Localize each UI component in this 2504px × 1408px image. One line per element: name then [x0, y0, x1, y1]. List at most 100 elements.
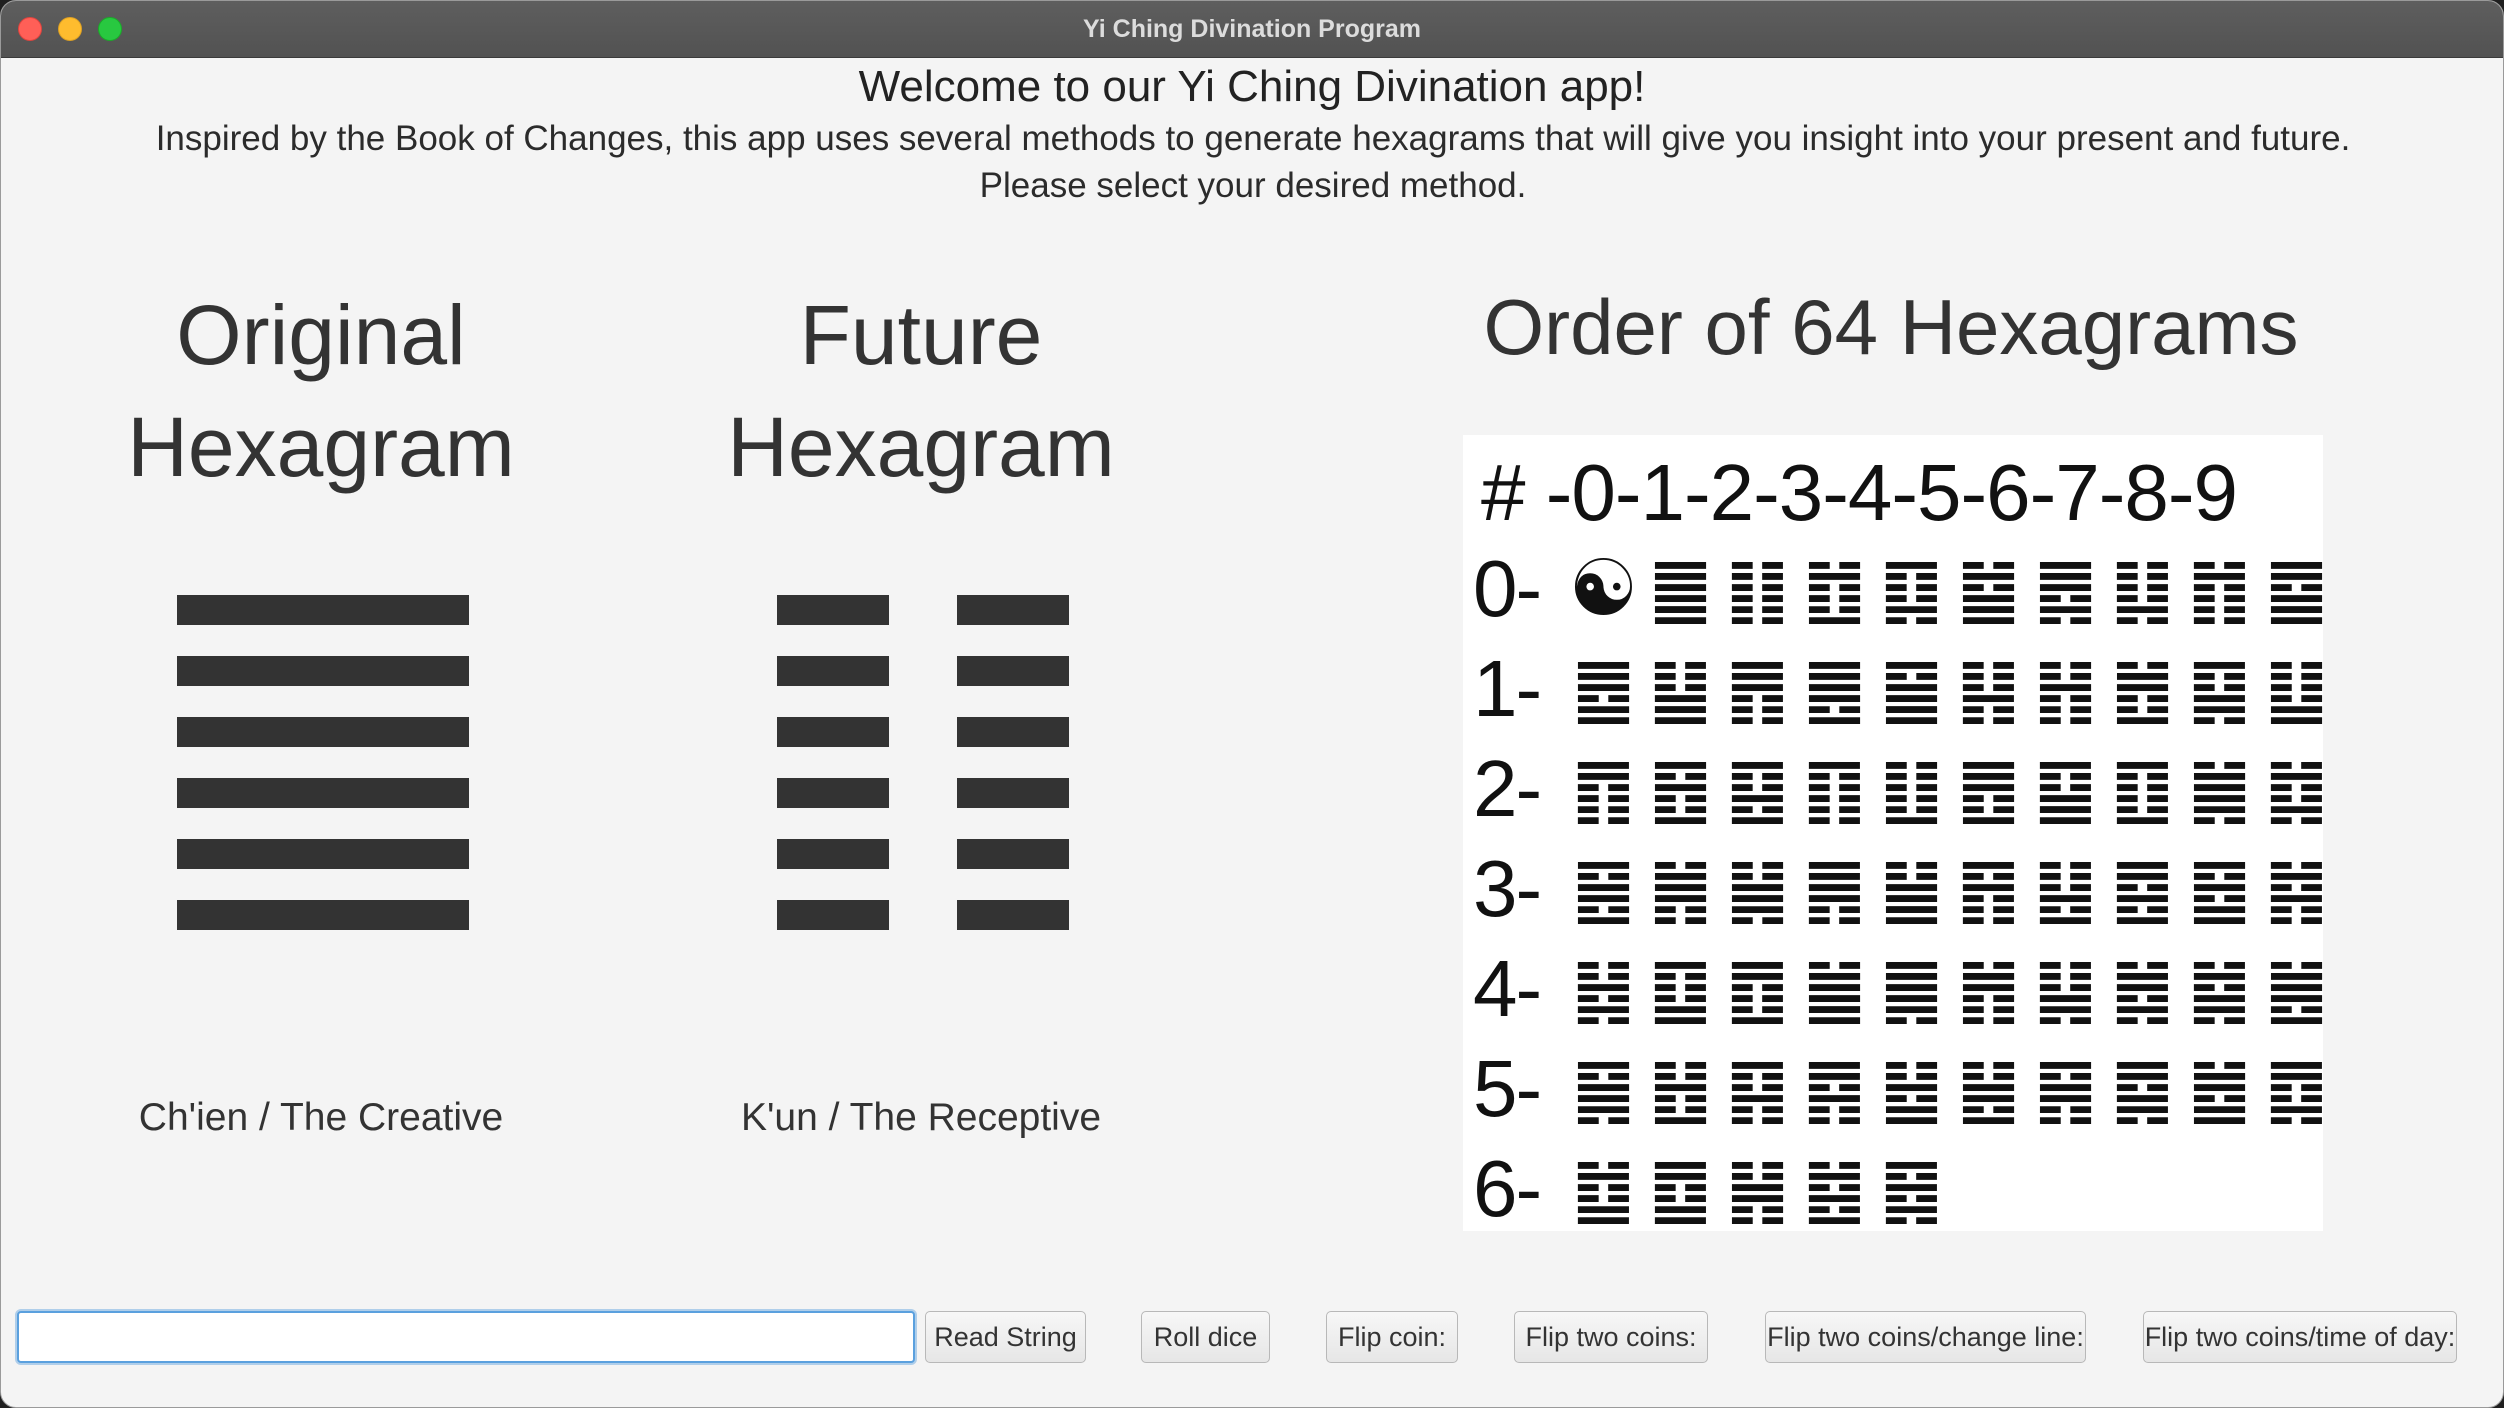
- intro-text: Inspired by the Book of Changes, this ap…: [121, 115, 2385, 209]
- yang-bar: [177, 839, 469, 869]
- hexagram-icon: ䷾: [1803, 1148, 1866, 1230]
- hexagram-icon: ䷪: [1803, 948, 1866, 1030]
- future-line-1-yin: [777, 595, 1069, 625]
- hexagram-order-table: # -0-1-2-3-4-5-6-7-8-9 0- ☯ ䷀䷁䷂䷃䷄䷅䷆䷇䷈ 1- ䷉䷊䷋…: [1463, 435, 2328, 1233]
- yin-bar-right: [957, 839, 1069, 869]
- hexagram-icon: ䷑: [2188, 648, 2251, 730]
- hexagram-icon: ䷸: [2111, 1048, 2174, 1130]
- hexagram-icon: ䷟: [1726, 848, 1789, 930]
- hexagram-icon: ䷓: [1572, 748, 1635, 830]
- hexagram-icon: ䷹: [2188, 1048, 2251, 1130]
- future-title-line-2: Hexagram: [727, 400, 1115, 494]
- hexagram-icon: ䷄: [1957, 548, 2020, 630]
- hexagram-icon: ䷦: [2265, 848, 2328, 930]
- yin-bar-left: [777, 656, 889, 686]
- hexagram-icon: ䷷: [2034, 1048, 2097, 1130]
- original-line-5-yang: [177, 839, 469, 869]
- roll-dice-button[interactable]: Roll dice: [1141, 1311, 1270, 1363]
- future-line-2-yin: [777, 656, 1069, 686]
- hexagram-icon: ䷚: [2111, 748, 2174, 830]
- hexagram-icon: ䷘: [1957, 748, 2020, 830]
- yin-bar-right: [957, 900, 1069, 930]
- hexagram-icon: ䷗: [1880, 748, 1943, 830]
- hexagram-icon: ䷁: [1726, 548, 1789, 630]
- yin-bar-left: [777, 778, 889, 808]
- hexagram-icon: ䷱: [1572, 1048, 1635, 1130]
- intro-line-1: Inspired by the Book of Changes, this ap…: [155, 119, 2351, 158]
- hexagram-icon: ䷔: [1649, 748, 1712, 830]
- flip-two-coins-time-of-day-button[interactable]: Flip two coins/time of day:: [2143, 1311, 2457, 1363]
- original-line-2-yang: [177, 656, 469, 686]
- future-hexagram: [777, 595, 1069, 961]
- hexagram-icon: ䷨: [1649, 948, 1712, 1030]
- window-title: Yi Ching Divination Program: [1083, 15, 1421, 43]
- original-line-6-yang: [177, 900, 469, 930]
- hexagram-icon: ䷍: [1880, 648, 1943, 730]
- string-input[interactable]: [17, 1311, 915, 1363]
- yang-bar: [177, 717, 469, 747]
- order-row-label: 3-: [1473, 844, 1542, 933]
- yang-bar: [177, 900, 469, 930]
- future-hexagram-name: K'un / The Receptive: [740, 1096, 1102, 1139]
- hexagram-icon: ䷛: [2188, 748, 2251, 830]
- hexagram-icon: ䷩: [1726, 948, 1789, 1030]
- yin-yang-icon: ☯: [1568, 544, 1639, 634]
- order-row-label: 4-: [1473, 944, 1542, 1033]
- control-bar: Read String Roll dice Flip coin: Flip tw…: [1, 1301, 2503, 1381]
- yang-bar: [177, 656, 469, 686]
- hexagram-icon: ䷃: [1880, 548, 1943, 630]
- hexagram-icon: ䷝: [1572, 848, 1635, 930]
- read-string-button[interactable]: Read String: [925, 1311, 1086, 1363]
- hexagram-icon: ䷣: [2034, 848, 2097, 930]
- original-title-line-2: Hexagram: [127, 400, 515, 494]
- hexagram-icon: ䷬: [1957, 948, 2020, 1030]
- hexagram-icon: ䷺: [2265, 1048, 2328, 1130]
- original-line-1-yang: [177, 595, 469, 625]
- hexagram-icon: ䷧: [1572, 948, 1635, 1030]
- hexagram-icon: ䷈: [2265, 548, 2328, 630]
- hexagram-icon: ䷡: [1880, 848, 1943, 930]
- future-line-3-yin: [777, 717, 1069, 747]
- hexagram-icon: ䷼: [1649, 1148, 1712, 1230]
- flip-coin-button[interactable]: Flip coin:: [1326, 1311, 1458, 1363]
- yin-bar-right: [957, 717, 1069, 747]
- hexagram-icon: ䷴: [1803, 1048, 1866, 1130]
- future-title-line-1: Future: [799, 288, 1043, 382]
- intro-line-2: Please select your desired method.: [979, 166, 1527, 205]
- yang-bar: [177, 595, 469, 625]
- hexagram-icon: ䷥: [2188, 848, 2251, 930]
- hexagram-icon: ䷌: [1803, 648, 1866, 730]
- order-row-label: 0-: [1473, 544, 1542, 633]
- hexagram-icon: ䷉: [1572, 648, 1635, 730]
- hexagram-icon: ䷳: [1726, 1048, 1789, 1130]
- hexagram-icon: ䷂: [1803, 548, 1866, 630]
- hexagram-icon: ䷇: [2188, 548, 2251, 630]
- order-row-label: 5-: [1473, 1044, 1542, 1133]
- original-line-3-yang: [177, 717, 469, 747]
- order-row-label: 2-: [1473, 744, 1542, 833]
- yin-bar-left: [777, 839, 889, 869]
- order-row-label: 6-: [1473, 1144, 1542, 1233]
- order-title: Order of 64 Hexagrams: [1483, 283, 2299, 371]
- yin-bar-right: [957, 656, 1069, 686]
- future-line-5-yin: [777, 839, 1069, 869]
- hexagram-icon: ䷠: [1803, 848, 1866, 930]
- original-title-line-1: Original: [176, 288, 466, 382]
- hexagram-icon: ䷎: [1957, 648, 2020, 730]
- yin-bar-left: [777, 595, 889, 625]
- original-hexagram-name: Ch'ien / The Creative: [138, 1096, 504, 1139]
- flip-two-coins-change-line-button[interactable]: Flip two coins/change line:: [1765, 1311, 2086, 1363]
- hexagram-icon: ䷋: [1726, 648, 1789, 730]
- hexagram-icon: ䷏: [2034, 648, 2097, 730]
- flip-two-coins-button[interactable]: Flip two coins:: [1514, 1311, 1708, 1363]
- hexagram-icon: ䷭: [2034, 948, 2097, 1030]
- yin-bar-right: [957, 778, 1069, 808]
- hexagram-icon: ䷜: [2265, 748, 2328, 830]
- hexagram-icon: ䷯: [2188, 948, 2251, 1030]
- hexagram-icon: ䷶: [1957, 1048, 2020, 1130]
- title-bar[interactable]: Yi Ching Divination Program: [1, 1, 2503, 58]
- hexagram-icon: ䷞: [1649, 848, 1712, 930]
- hexagram-icon: ䷲: [1649, 1048, 1712, 1130]
- hexagram-icon: ䷵: [1880, 1048, 1943, 1130]
- hexagram-icon: ䷙: [2034, 748, 2097, 830]
